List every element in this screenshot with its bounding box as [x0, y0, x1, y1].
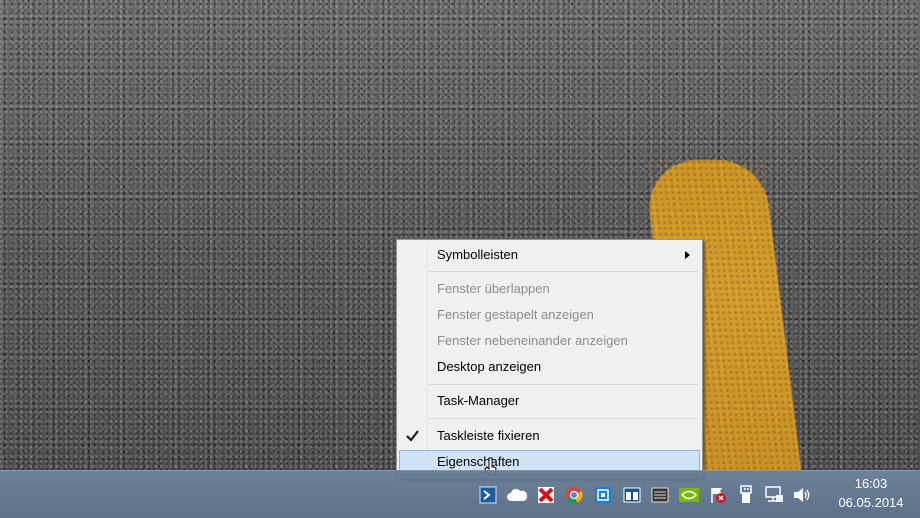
list-app-icon[interactable] — [650, 485, 670, 505]
chrome-icon[interactable] — [564, 485, 584, 505]
taskbar-clock[interactable]: 16:03 06.05.2014 — [822, 474, 920, 512]
menu-item-label: Task-Manager — [437, 393, 520, 408]
menu-item-label: Fenster nebeneinander anzeigen — [437, 333, 628, 348]
menu-separator — [429, 384, 698, 385]
checkmark-icon — [406, 430, 419, 442]
menu-item-stack-windows[interactable]: Fenster gestapelt anzeigen — [399, 303, 700, 327]
menu-item-toolbars[interactable]: Symbolleisten — [399, 243, 700, 267]
usb-icon[interactable] — [736, 485, 756, 505]
network-icon[interactable] — [764, 485, 784, 505]
antivirus-icon[interactable] — [536, 485, 556, 505]
menu-item-lock-taskbar[interactable]: Taskleiste fixieren — [399, 424, 700, 448]
network-app-icon[interactable] — [593, 485, 613, 505]
clock-time: 16:03 — [854, 476, 888, 491]
menu-separator — [429, 418, 698, 419]
menu-item-label: Symbolleisten — [437, 247, 518, 262]
menu-item-label: Fenster überlappen — [437, 281, 550, 296]
menu-item-side-by-side-windows[interactable]: Fenster nebeneinander anzeigen — [399, 329, 700, 353]
action-center-flag-icon[interactable] — [708, 485, 728, 505]
nvidia-icon[interactable] — [679, 485, 699, 505]
menu-separator — [429, 271, 698, 272]
menu-item-show-desktop[interactable]: Desktop anzeigen — [399, 355, 700, 379]
menu-item-label: Taskleiste fixieren — [437, 428, 540, 443]
volume-icon[interactable] — [792, 485, 812, 505]
menu-item-task-manager[interactable]: Task-Manager — [399, 389, 700, 413]
clock-date: 06.05.2014 — [838, 495, 904, 510]
taskbar-context-menu: Symbolleisten Fenster überlappen Fenster… — [396, 239, 703, 479]
cloud-icon[interactable] — [507, 485, 527, 505]
window-app-icon[interactable] — [622, 485, 642, 505]
menu-item-label: Desktop anzeigen — [437, 359, 542, 374]
powershell-icon[interactable] — [478, 485, 498, 505]
menu-item-cascade-windows[interactable]: Fenster überlappen — [399, 277, 700, 301]
submenu-arrow-icon — [685, 251, 690, 259]
menu-item-label: Fenster gestapelt anzeigen — [437, 307, 594, 322]
